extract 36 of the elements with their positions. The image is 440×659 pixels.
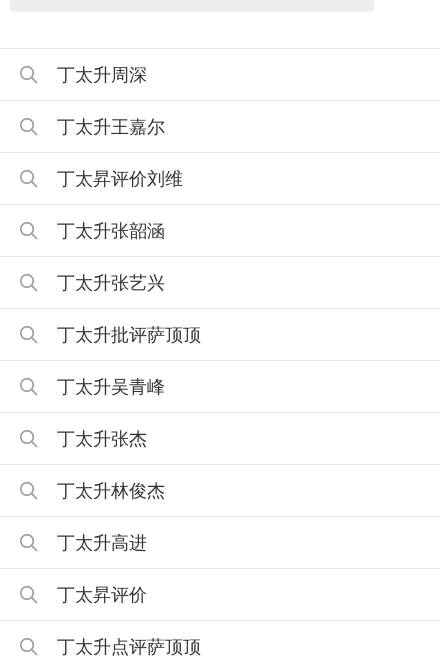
search-icon [19, 221, 38, 240]
suggestion-text: 丁太昇评价 [57, 584, 147, 606]
search-icon [19, 533, 38, 552]
suggestion-text: 丁太升批评萨顶顶 [57, 324, 201, 346]
suggestion-text: 丁太升点评萨顶顶 [57, 636, 201, 658]
suggestion-item[interactable]: 丁太升周深 [0, 49, 440, 101]
search-icon [19, 117, 38, 136]
suggestion-item[interactable]: 丁太升点评萨顶顶 [0, 621, 440, 659]
suggestion-text: 丁太昇评价刘维 [57, 168, 183, 190]
suggestion-item[interactable]: 丁太昇评价 [0, 569, 440, 621]
suggestion-item[interactable]: 丁太升高进 [0, 517, 440, 569]
suggestion-text: 丁太升吴青峰 [57, 376, 165, 398]
search-icon [19, 481, 38, 500]
suggestion-item[interactable]: 丁太升林俊杰 [0, 465, 440, 517]
suggestion-text: 丁太升王嘉尔 [57, 116, 165, 138]
search-icon [19, 377, 38, 396]
suggestion-item[interactable]: 丁太升张杰 [0, 413, 440, 465]
suggestion-item[interactable]: 丁太升王嘉尔 [0, 101, 440, 153]
search-icon [19, 325, 38, 344]
search-icon [19, 273, 38, 292]
suggestion-item[interactable]: 丁太升批评萨顶顶 [0, 309, 440, 361]
search-icon [19, 169, 38, 188]
search-icon [19, 65, 38, 84]
suggestion-item[interactable]: 丁太升张艺兴 [0, 257, 440, 309]
search-icon [19, 637, 38, 656]
suggestion-text: 丁太升高进 [57, 532, 147, 554]
search-icon [19, 429, 38, 448]
suggestion-item[interactable]: 丁太升吴青峰 [0, 361, 440, 413]
suggestion-item[interactable]: 丁太昇评价刘维 [0, 153, 440, 205]
suggestion-text: 丁太升张艺兴 [57, 272, 165, 294]
suggestion-item[interactable]: 丁太升张韶涵 [0, 205, 440, 257]
suggestion-text: 丁太升林俊杰 [57, 480, 165, 502]
suggestion-text: 丁太升周深 [57, 64, 147, 86]
suggestion-text: 丁太升张韶涵 [57, 220, 165, 242]
search-icon [19, 585, 38, 604]
suggestion-text: 丁太升张杰 [57, 428, 147, 450]
